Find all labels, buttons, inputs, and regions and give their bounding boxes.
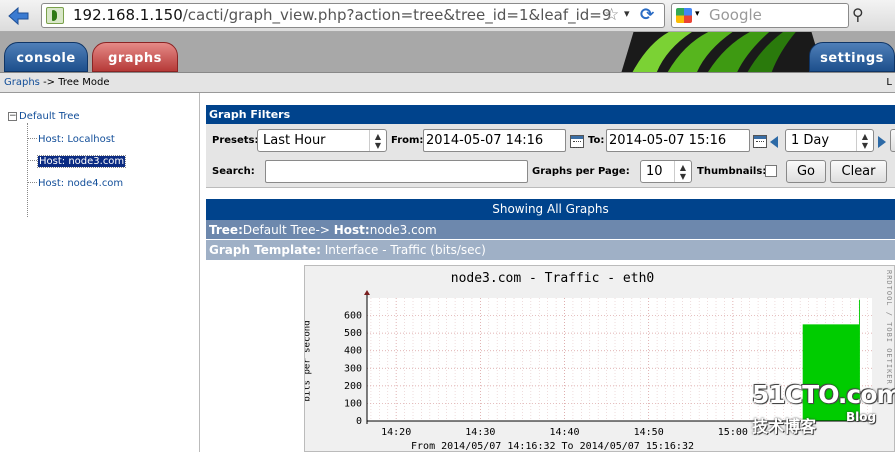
host-key: Host: bbox=[333, 223, 370, 237]
y-tick-label: 0 bbox=[356, 416, 362, 427]
cacti-header: console graphs settings bbox=[0, 32, 895, 72]
watermark-cn: 技术博客 bbox=[752, 417, 817, 436]
browser-toolbar: 192.168.1.150/cacti/graph_view.php?actio… bbox=[0, 0, 895, 32]
shift-left-icon[interactable] bbox=[770, 136, 778, 148]
x-tick-label: 14:50 bbox=[634, 427, 664, 438]
cacti-logo bbox=[621, 32, 824, 72]
tree-item-node3[interactable]: Host: node3.com bbox=[28, 155, 127, 168]
search-label: Search: bbox=[212, 166, 255, 177]
y-tick-label: 600 bbox=[344, 311, 362, 322]
search-input[interactable] bbox=[265, 160, 528, 183]
graph-footer: From 2014/05/07 14:16:32 To 2014/05/07 1… bbox=[411, 441, 694, 452]
go-button[interactable]: Go bbox=[786, 160, 826, 183]
x-tick-label: 15:00 bbox=[718, 427, 748, 438]
watermark-blog: Blog bbox=[846, 410, 877, 424]
to-label: To: bbox=[588, 135, 605, 146]
y-tick-label: 500 bbox=[344, 328, 362, 339]
per-page-select[interactable]: 10 ▲ ▼ bbox=[640, 160, 692, 183]
breadcrumb: Graphs -> Tree Mode L bbox=[0, 72, 895, 93]
back-arrow-icon[interactable] bbox=[6, 5, 30, 27]
tab-graphs[interactable]: graphs bbox=[92, 42, 178, 72]
tree-value: Default Tree-> bbox=[242, 223, 330, 237]
tree-host-bar: Tree:Default Tree-> Host:node3.com bbox=[206, 220, 895, 240]
template-key: Graph Template: bbox=[209, 243, 321, 257]
calendar-to-icon[interactable] bbox=[753, 135, 767, 148]
reload-icon[interactable]: ⟳ bbox=[640, 5, 654, 25]
x-tick-label: 14:40 bbox=[549, 427, 579, 438]
per-page-value: 10 bbox=[646, 164, 663, 179]
tree-key: Tree: bbox=[209, 223, 243, 237]
from-input[interactable]: 2014-05-07 14:16 bbox=[423, 129, 566, 152]
search-placeholder: Google bbox=[709, 6, 762, 24]
presets-label: Presets: bbox=[212, 135, 259, 146]
timespan-value: 1 Day bbox=[791, 133, 830, 148]
collapse-icon[interactable]: − bbox=[8, 112, 17, 121]
template-value: Interface - Traffic (bits/sec) bbox=[324, 243, 486, 257]
thumbnails-label: Thumbnails: bbox=[697, 166, 767, 177]
search-bar[interactable]: ▾ Google bbox=[671, 3, 849, 28]
login-indicator: L bbox=[886, 77, 892, 88]
tree-root-label[interactable]: Default Tree bbox=[19, 111, 80, 122]
tree-item-localhost[interactable]: Host: Localhost bbox=[28, 134, 115, 145]
address-bar[interactable]: 192.168.1.150/cacti/graph_view.php?actio… bbox=[41, 3, 665, 28]
to-input[interactable]: 2014-05-07 15:16 bbox=[606, 129, 750, 152]
tree-item-label[interactable]: Host: node3.com bbox=[36, 155, 127, 168]
tree-panel: − Default Tree Host: Localhost Host: node… bbox=[0, 93, 200, 452]
y-tick-label: 100 bbox=[344, 398, 362, 409]
extra-button[interactable] bbox=[890, 129, 895, 152]
y-tick-label: 200 bbox=[344, 381, 362, 392]
presets-value: Last Hour bbox=[263, 133, 326, 148]
tree-root[interactable]: − Default Tree bbox=[8, 111, 80, 122]
tab-settings[interactable]: settings bbox=[809, 42, 895, 72]
shift-right-icon[interactable] bbox=[878, 136, 886, 148]
timespan-select[interactable]: 1 Day ▲ ▼ bbox=[785, 129, 874, 152]
showing-all-graphs: Showing All Graphs bbox=[206, 199, 895, 220]
y-tick-label: 400 bbox=[344, 346, 362, 357]
spinner-icon: ▲ ▼ bbox=[856, 130, 873, 151]
url-text: 192.168.1.150/cacti/graph_view.php?actio… bbox=[73, 6, 612, 24]
presets-select[interactable]: Last Hour ▲ ▼ bbox=[257, 129, 387, 152]
breadcrumb-current: -> Tree Mode bbox=[43, 77, 110, 88]
google-icon bbox=[676, 8, 692, 23]
breadcrumb-graphs-link[interactable]: Graphs bbox=[4, 77, 40, 88]
from-label: From: bbox=[391, 135, 424, 146]
host-value: node3.com bbox=[369, 223, 437, 237]
tree-item-node4[interactable]: Host: node4.com bbox=[28, 178, 123, 189]
x-tick-label: 14:20 bbox=[381, 427, 411, 438]
graph-template-bar: Graph Template: Interface - Traffic (bit… bbox=[206, 240, 895, 260]
thumbnails-checkbox[interactable] bbox=[765, 165, 777, 177]
clear-button[interactable]: Clear bbox=[830, 160, 887, 183]
per-page-label: Graphs per Page: bbox=[532, 166, 630, 177]
calendar-from-icon[interactable] bbox=[570, 135, 584, 148]
tab-console[interactable]: console bbox=[4, 42, 88, 72]
binoculars-icon[interactable]: ⚲ bbox=[852, 5, 864, 24]
site-icon bbox=[46, 7, 64, 24]
spinner-icon: ▲ ▼ bbox=[369, 130, 386, 151]
dropdown-icon[interactable]: ▾ bbox=[624, 7, 630, 20]
tree-item-label[interactable]: Host: node4.com bbox=[38, 178, 123, 189]
tree-item-label[interactable]: Host: Localhost bbox=[38, 134, 115, 145]
x-tick-label: 14:30 bbox=[465, 427, 495, 438]
star-icon[interactable]: ☆ bbox=[604, 5, 619, 25]
y-tick-label: 300 bbox=[344, 363, 362, 374]
y-axis-arrow bbox=[364, 290, 370, 295]
search-engine-dropdown-icon[interactable]: ▾ bbox=[695, 9, 700, 19]
graph-filters-panel: Presets: Last Hour ▲ ▼ From: 2014-05-07 1… bbox=[206, 124, 895, 188]
graph-filters-title: Graph Filters bbox=[206, 105, 895, 124]
spinner-icon: ▲ ▼ bbox=[674, 161, 691, 182]
watermark: 51CTO.com 技术博客 Blog bbox=[748, 380, 895, 440]
watermark-logo: 51CTO.com bbox=[752, 380, 895, 409]
